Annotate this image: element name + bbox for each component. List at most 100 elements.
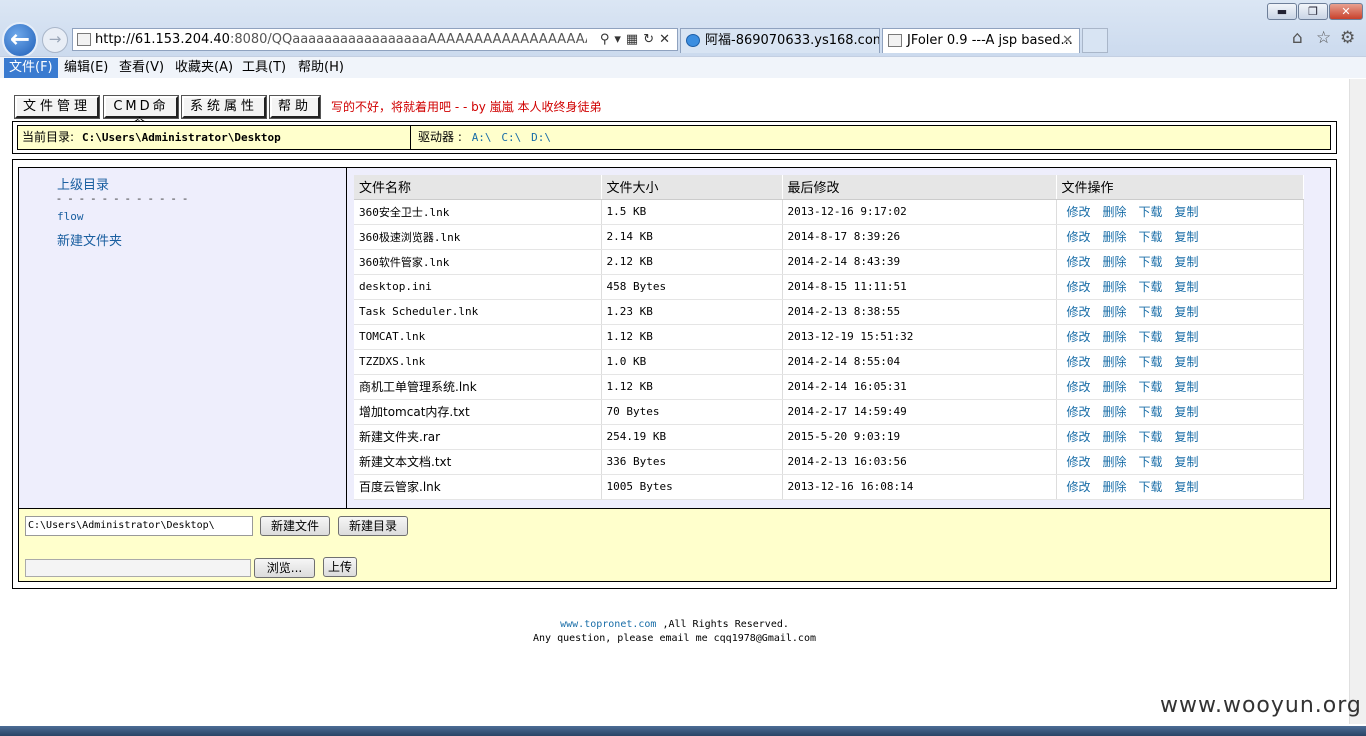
download-link[interactable]: 下载	[1139, 430, 1163, 444]
download-link[interactable]: 下载	[1139, 255, 1163, 269]
minimize-button[interactable]: ▬	[1267, 3, 1297, 20]
dir-link-flow[interactable]: flow	[57, 210, 84, 223]
copy-link[interactable]: 复制	[1175, 430, 1199, 444]
forward-arrow-icon[interactable]: →	[42, 27, 68, 53]
close-tab-icon[interactable]: ✕	[1062, 29, 1073, 52]
download-link[interactable]: 下载	[1139, 280, 1163, 294]
browser-chrome: ← → http://61.153.204.40:8080/QQaaaaaaaa…	[0, 0, 1366, 78]
copy-link[interactable]: 复制	[1175, 255, 1199, 269]
edit-link[interactable]: 修改	[1067, 330, 1091, 344]
download-link[interactable]: 下载	[1139, 480, 1163, 494]
delete-link[interactable]: 删除	[1103, 255, 1127, 269]
file-name-cell: 百度云管家.lnk	[354, 474, 602, 500]
copy-link[interactable]: 复制	[1175, 480, 1199, 494]
delete-link[interactable]: 删除	[1103, 405, 1127, 419]
download-link[interactable]: 下载	[1139, 330, 1163, 344]
file-name-cell: 360极速浏览器.lnk	[354, 224, 602, 250]
edit-link[interactable]: 修改	[1067, 380, 1091, 394]
copy-link[interactable]: 复制	[1175, 205, 1199, 219]
file-name-cell: desktop.ini	[354, 274, 602, 300]
copy-link[interactable]: 复制	[1175, 230, 1199, 244]
taskbar	[0, 726, 1366, 736]
new-file-button[interactable]: 新建文件	[260, 516, 330, 536]
delete-link[interactable]: 删除	[1103, 280, 1127, 294]
file-size-cell: 254.19 KB	[601, 424, 783, 450]
browse-button[interactable]: 浏览...	[254, 558, 315, 578]
edit-link[interactable]: 修改	[1067, 280, 1091, 294]
edit-link[interactable]: 修改	[1067, 230, 1091, 244]
download-link[interactable]: 下载	[1139, 380, 1163, 394]
download-link[interactable]: 下载	[1139, 355, 1163, 369]
upload-button[interactable]: 上传	[323, 557, 357, 577]
separator: - - - - - - - - - - - -	[57, 192, 190, 205]
table-row: 360极速浏览器.lnk 2.14 KB 2014-8-17 8:39:26 修改 删除…	[354, 224, 1304, 250]
edit-link[interactable]: 修改	[1067, 355, 1091, 369]
footer: www.topronet.com ,All Rights Reserved. A…	[0, 618, 1349, 646]
address-tools[interactable]: ⚲▾▦↻✕	[600, 29, 675, 50]
edit-link[interactable]: 修改	[1067, 480, 1091, 494]
edit-link[interactable]: 修改	[1067, 255, 1091, 269]
menu-edit[interactable]: 编辑(E)	[59, 58, 113, 78]
system-props-button[interactable]: 系统属性	[181, 95, 267, 119]
copy-link[interactable]: 复制	[1175, 355, 1199, 369]
upload-file-input[interactable]	[25, 559, 251, 577]
back-arrow-icon[interactable]: ←	[2, 22, 38, 58]
file-area: 文件名称 文件大小 最后修改 文件操作 360安全卫士.lnk 1.5 KB 201…	[348, 168, 1330, 508]
home-icon[interactable]: ⌂	[1292, 28, 1303, 48]
new-tab-button[interactable]	[1082, 28, 1108, 53]
gear-icon[interactable]: ⚙	[1340, 28, 1355, 48]
edit-link[interactable]: 修改	[1067, 305, 1091, 319]
close-window-button[interactable]: ✕	[1329, 3, 1363, 20]
copy-link[interactable]: 复制	[1175, 405, 1199, 419]
delete-link[interactable]: 删除	[1103, 205, 1127, 219]
download-link[interactable]: 下载	[1139, 405, 1163, 419]
menu-view[interactable]: 查看(V)	[114, 58, 169, 78]
table-row: 新建文件夹.rar 254.19 KB 2015-5-20 9:03:19 修改 删除下…	[354, 424, 1304, 450]
maximize-button[interactable]: ❐	[1298, 3, 1328, 20]
vertical-scrollbar[interactable]	[1349, 79, 1366, 724]
edit-link[interactable]: 修改	[1067, 205, 1091, 219]
edit-link[interactable]: 修改	[1067, 455, 1091, 469]
delete-link[interactable]: 删除	[1103, 430, 1127, 444]
menu-favorites[interactable]: 收藏夹(A)	[170, 58, 238, 78]
download-link[interactable]: 下载	[1139, 305, 1163, 319]
tab-jfoler[interactable]: JFoler 0.9 ---A jsp based... ✕	[882, 28, 1080, 53]
menu-help[interactable]: 帮助(H)	[293, 58, 349, 78]
delete-link[interactable]: 删除	[1103, 455, 1127, 469]
drive-a-link[interactable]: A:\	[472, 131, 492, 144]
new-dir-button[interactable]: 新建目录	[338, 516, 408, 536]
menu-file[interactable]: 文件(F)	[4, 58, 58, 78]
delete-link[interactable]: 删除	[1103, 330, 1127, 344]
copy-link[interactable]: 复制	[1175, 455, 1199, 469]
drives: 驱动器 : A:\ C:\ D:\	[418, 126, 551, 149]
copy-link[interactable]: 复制	[1175, 305, 1199, 319]
dir-link-new-folder[interactable]: 新建文件夹	[57, 230, 122, 249]
delete-link[interactable]: 删除	[1103, 305, 1127, 319]
footer-site-link[interactable]: www.topronet.com	[560, 619, 656, 630]
delete-link[interactable]: 删除	[1103, 230, 1127, 244]
copy-link[interactable]: 复制	[1175, 330, 1199, 344]
edit-link[interactable]: 修改	[1067, 405, 1091, 419]
delete-link[interactable]: 删除	[1103, 355, 1127, 369]
path-input[interactable]: C:\Users\Administrator\Desktop\	[25, 516, 253, 536]
help-button[interactable]: 帮助	[269, 95, 321, 119]
file-manage-button[interactable]: 文件管理	[14, 95, 100, 119]
star-icon[interactable]: ☆	[1316, 28, 1331, 48]
cmd-button[interactable]: CMD命令	[103, 95, 179, 132]
col-name: 文件名称	[354, 175, 602, 200]
download-link[interactable]: 下载	[1139, 455, 1163, 469]
download-link[interactable]: 下载	[1139, 205, 1163, 219]
delete-link[interactable]: 删除	[1103, 380, 1127, 394]
delete-link[interactable]: 删除	[1103, 480, 1127, 494]
drive-d-link[interactable]: D:\	[531, 131, 551, 144]
address-bar[interactable]: http://61.153.204.40:8080/QQaaaaaaaaaaaa…	[72, 28, 678, 51]
menu-tools[interactable]: 工具(T)	[237, 58, 291, 78]
edit-link[interactable]: 修改	[1067, 430, 1091, 444]
tagline: 写的不好，将就着用吧 - - by 嵐嵐 本人收终身徒弟	[331, 100, 602, 114]
drive-c-link[interactable]: C:\	[501, 131, 521, 144]
download-link[interactable]: 下载	[1139, 230, 1163, 244]
copy-link[interactable]: 复制	[1175, 280, 1199, 294]
copy-link[interactable]: 复制	[1175, 380, 1199, 394]
tab-afu[interactable]: 阿福-869070633.ys168.com	[680, 28, 880, 53]
parent-dir-link[interactable]: 上级目录	[57, 174, 109, 193]
